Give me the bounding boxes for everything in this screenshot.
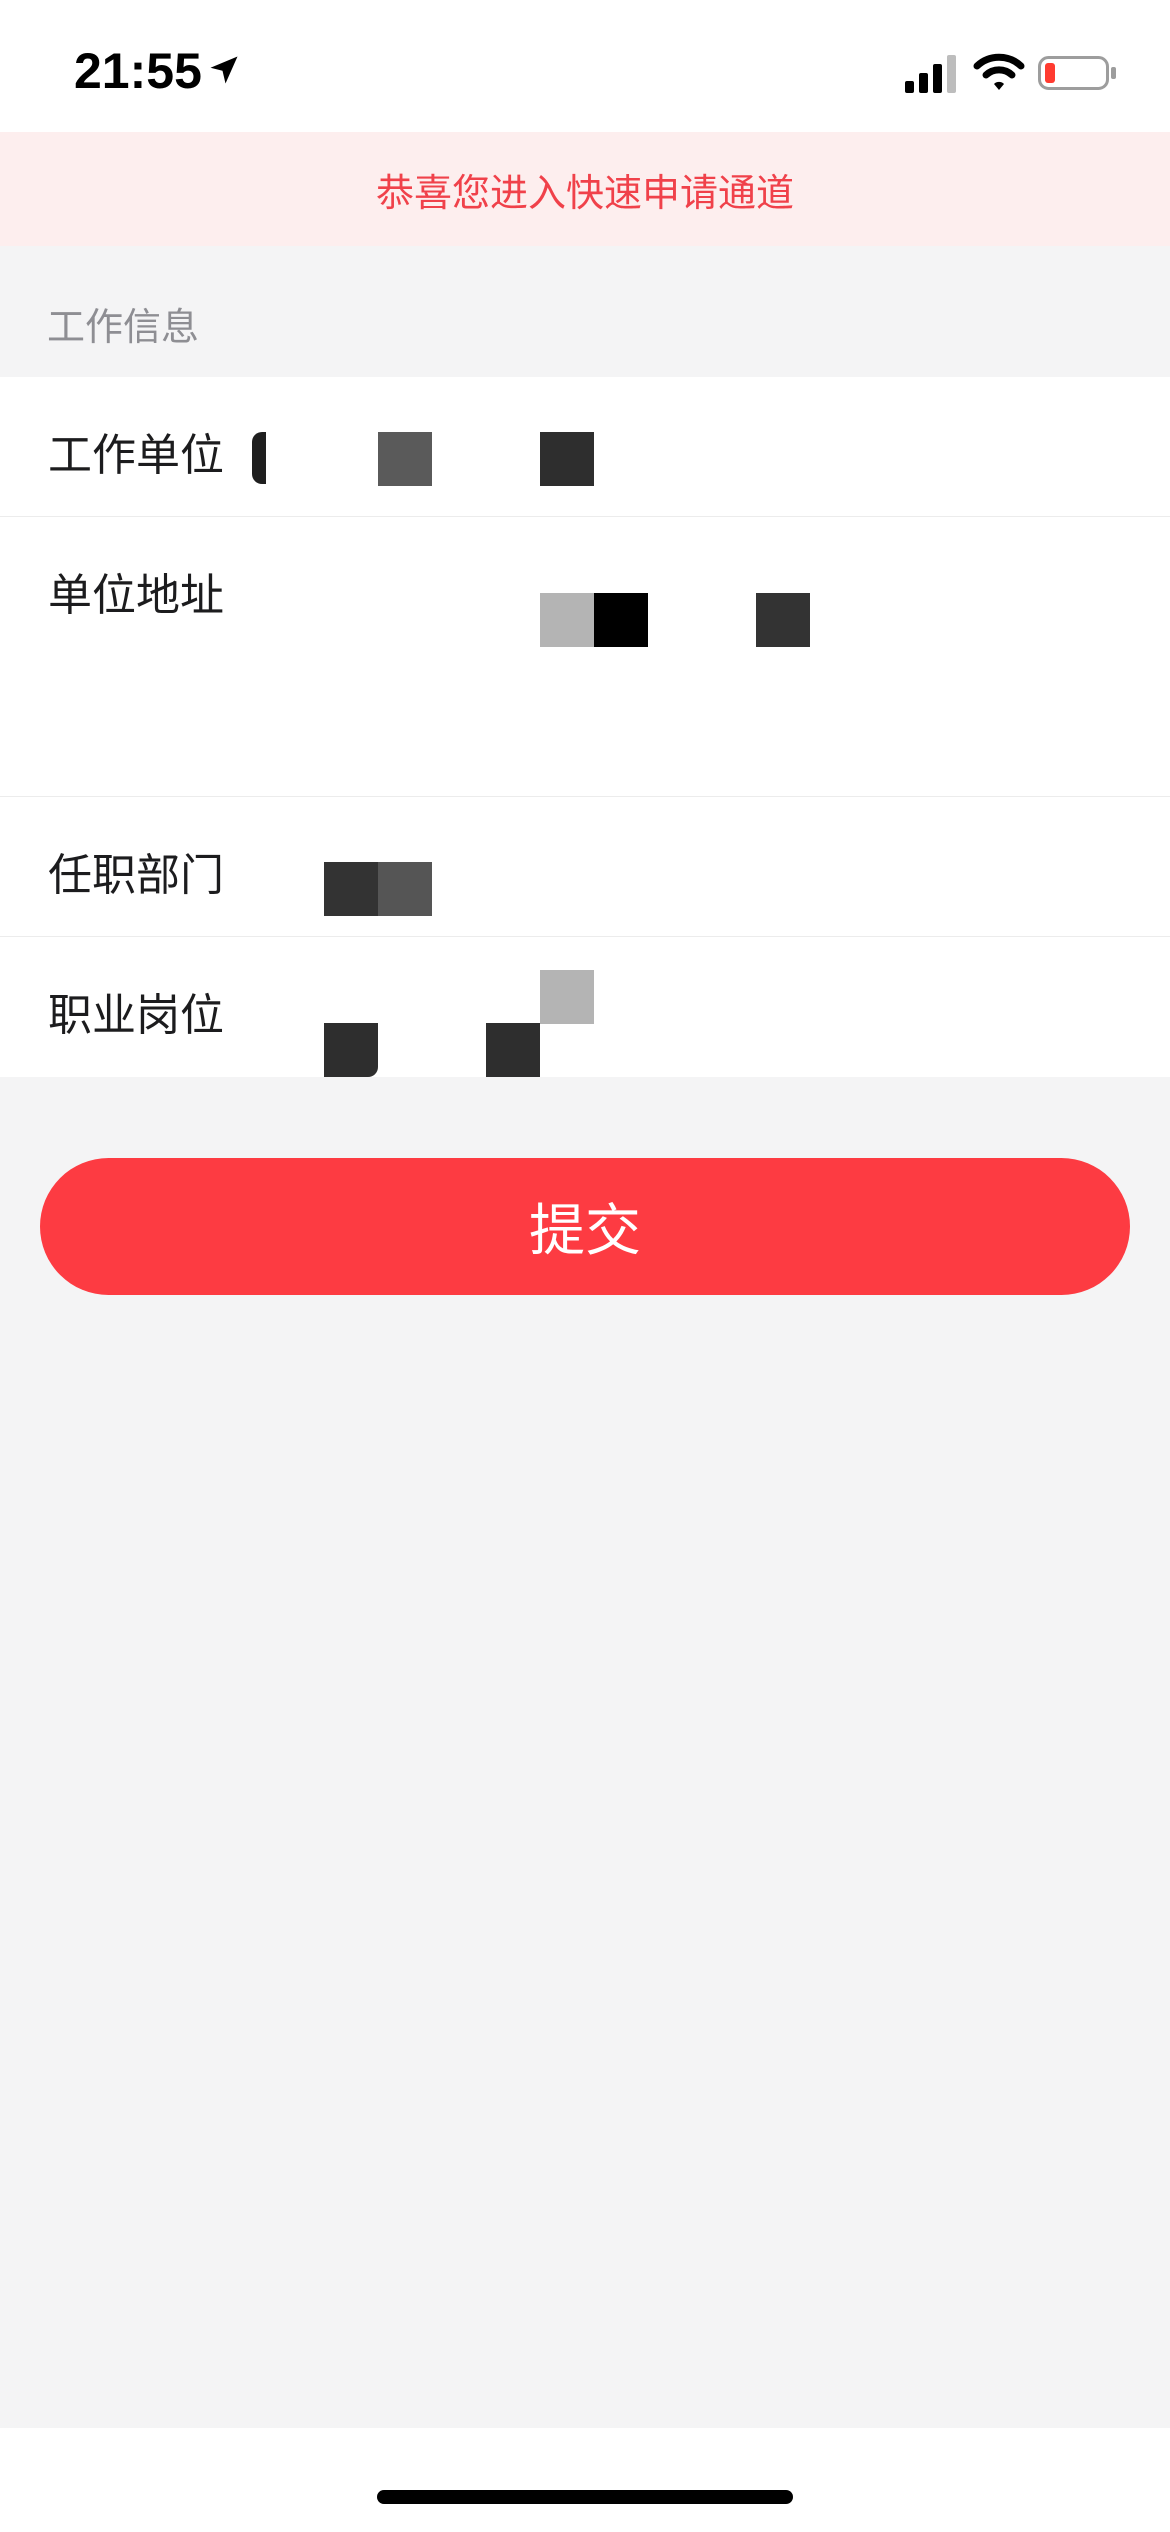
cellular-signal-icon — [905, 55, 956, 93]
form-row-position[interactable]: 职业岗位 — [0, 937, 1170, 1077]
home-indicator[interactable] — [377, 2490, 793, 2504]
status-time: 21:55 — [74, 43, 202, 99]
submit-button-label: 提交 — [529, 1199, 641, 1262]
bottom-safe-area — [0, 2428, 1170, 2532]
employer-address-label: 单位地址 — [48, 570, 224, 621]
banner-text: 恭喜您进入快速申请通道 — [375, 170, 794, 215]
form-row-department[interactable]: 任职部门 — [0, 797, 1170, 937]
submit-button[interactable]: 提交 — [40, 1158, 1130, 1295]
fast-track-banner: 恭喜您进入快速申请通道 — [0, 132, 1170, 246]
battery-low-icon — [1038, 56, 1116, 90]
form-row-employer-address[interactable]: 单位地址 — [0, 517, 1170, 1024]
section-title-work-info: 工作信息 — [47, 305, 200, 349]
status-bar: 21:55 — [0, 0, 1170, 132]
employer-label: 工作单位 — [48, 430, 224, 481]
department-label: 任职部门 — [48, 850, 224, 901]
wifi-icon — [973, 53, 1025, 90]
location-arrow-icon — [210, 56, 238, 84]
work-info-form: 工作单位 单位地址 任职部门 职业岗位 — [0, 377, 1170, 1077]
position-label: 职业岗位 — [48, 990, 224, 1041]
form-row-employer[interactable]: 工作单位 — [0, 377, 1170, 517]
